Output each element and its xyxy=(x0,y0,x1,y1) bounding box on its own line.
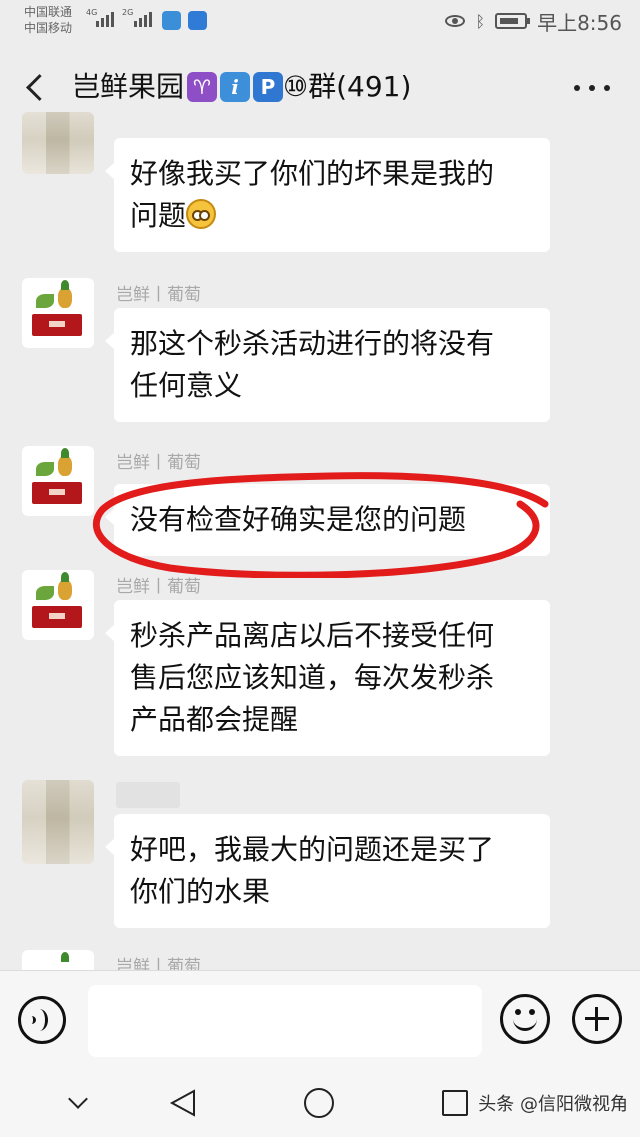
avatar[interactable] xyxy=(22,780,94,864)
pineapple-top-icon xyxy=(61,448,69,458)
leaf-icon xyxy=(36,586,54,600)
message-text: 任何意义 xyxy=(130,369,243,402)
message-row: 岂鲜丨葡萄 秒杀产品离店以后不接受任何 售后您应该知道，每次发秒杀 产品都会提醒 xyxy=(0,570,640,770)
grimace-emoji-icon xyxy=(186,199,217,229)
shop-avatar[interactable] xyxy=(22,278,94,348)
pineapple-icon xyxy=(58,456,72,476)
message-bubble[interactable]: 好像我买了你们的坏果是我的 问题 xyxy=(105,138,550,252)
message-bubble[interactable]: 秒杀产品离店以后不接受任何 售后您应该知道，每次发秒杀 产品都会提醒 xyxy=(105,600,550,756)
message-text: 问题 xyxy=(130,199,187,232)
message-text: 好像我买了你们的坏果是我的 xyxy=(130,157,495,190)
hide-nav-button[interactable] xyxy=(66,1092,90,1116)
message-bubble[interactable]: 那这个秒杀活动进行的将没有 任何意义 xyxy=(105,308,550,422)
fruit-box-icon xyxy=(32,314,82,336)
sender-name xyxy=(116,782,180,808)
message-text: 好吧，我最大的问题还是买了 xyxy=(130,833,495,866)
smile-icon xyxy=(513,1017,537,1031)
virgo-badge-icon: ♈ xyxy=(187,72,218,102)
system-nav-bar: 头条 @信阳微视角 xyxy=(0,1070,640,1137)
back-button[interactable] xyxy=(18,66,58,106)
chat-title-suffix: ⑩群(491) xyxy=(283,70,412,103)
voice-input-button[interactable] xyxy=(18,996,66,1044)
shop-avatar[interactable] xyxy=(22,570,94,640)
status-time: 早上8:56 xyxy=(537,10,622,35)
dot-icon xyxy=(574,85,580,91)
pineapple-icon xyxy=(58,580,72,600)
message-bubble[interactable]: 好吧，我最大的问题还是买了 你们的水果 xyxy=(105,814,550,928)
nav-recents-button[interactable] xyxy=(442,1090,468,1116)
message-row: 好像我买了你们的坏果是我的 问题 xyxy=(0,112,640,260)
message-text: 那这个秒杀活动进行的将没有 xyxy=(130,327,495,360)
signal-icon xyxy=(134,12,152,27)
carrier-2: 中国移动 xyxy=(24,21,73,35)
pineapple-top-icon xyxy=(61,952,69,962)
box-label-icon xyxy=(49,613,65,619)
pineapple-icon xyxy=(58,288,72,308)
message-input[interactable] xyxy=(88,985,482,1057)
chat-header: 岂鲜果园 ♈ i P ⑩群(491) xyxy=(0,56,640,120)
watermark: 头条 @信阳微视角 xyxy=(478,1094,628,1115)
nav-home-button[interactable] xyxy=(304,1088,334,1118)
message-text: 你们的水果 xyxy=(130,875,271,908)
shield-notification-icon xyxy=(188,11,207,30)
sender-name: 岂鲜丨葡萄 xyxy=(116,957,201,970)
network-2-label: 2G xyxy=(122,8,134,17)
nav-back-button[interactable] xyxy=(168,1088,198,1118)
info-badge-icon: i xyxy=(220,72,251,102)
bluetooth-icon: ᛒ xyxy=(475,11,486,31)
signal-icon xyxy=(96,12,114,27)
battery-icon xyxy=(495,13,531,29)
message-text: 没有检查好确实是您的问题 xyxy=(130,503,467,536)
status-bar: 中国联通 中国移动 4G 2G ᛒ 早上8:56 xyxy=(0,0,640,44)
avatar[interactable] xyxy=(22,112,94,174)
message-row: 岂鲜丨葡萄 那这个秒杀活动进行的将没有 任何意义 xyxy=(0,278,640,428)
carrier-info: 中国联通 中国移动 xyxy=(24,4,72,36)
message-text: 产品都会提醒 xyxy=(130,703,299,736)
message-row: 好吧，我最大的问题还是买了 你们的水果 xyxy=(0,780,640,940)
dot-icon xyxy=(589,85,595,91)
message-bubble[interactable]: 没有检查好确实是您的问题 xyxy=(105,484,550,556)
input-bar xyxy=(0,970,640,1070)
box-label-icon xyxy=(49,321,65,327)
leaf-icon xyxy=(36,294,54,308)
shop-avatar[interactable] xyxy=(22,446,94,516)
leaf-icon xyxy=(36,462,54,476)
chat-title: 岂鲜果园 ♈ i P ⑩群(491) xyxy=(72,70,411,104)
pineapple-top-icon xyxy=(61,572,69,582)
emoji-button[interactable] xyxy=(500,994,550,1044)
parking-badge-icon: P xyxy=(253,72,284,102)
carrier-1: 中国联通 xyxy=(24,5,73,19)
pineapple-top-icon xyxy=(61,280,69,290)
message-text: 售后您应该知道，每次发秒杀 xyxy=(130,661,495,694)
add-attachment-button[interactable] xyxy=(572,994,622,1044)
shop-avatar[interactable] xyxy=(22,950,94,970)
dot-icon xyxy=(604,85,610,91)
app-notification-icon xyxy=(162,11,181,30)
more-options-button[interactable] xyxy=(574,76,610,100)
status-right: ᛒ 早上8:56 xyxy=(445,8,622,35)
message-row: 岂鲜丨葡萄 没有检查好确实是您的问题 xyxy=(0,446,640,556)
sender-name: 岂鲜丨葡萄 xyxy=(116,577,201,597)
sender-name: 岂鲜丨葡萄 xyxy=(116,453,201,473)
fruit-box-icon xyxy=(32,482,82,504)
fruit-box-icon xyxy=(32,606,82,628)
sender-name: 岂鲜丨葡萄 xyxy=(116,285,201,305)
message-text: 秒杀产品离店以后不接受任何 xyxy=(130,619,495,652)
eye-icon xyxy=(445,15,466,27)
message-row: 岂鲜丨葡萄 xyxy=(0,950,640,970)
box-label-icon xyxy=(49,489,65,495)
chat-title-name: 岂鲜果园 xyxy=(72,70,185,103)
